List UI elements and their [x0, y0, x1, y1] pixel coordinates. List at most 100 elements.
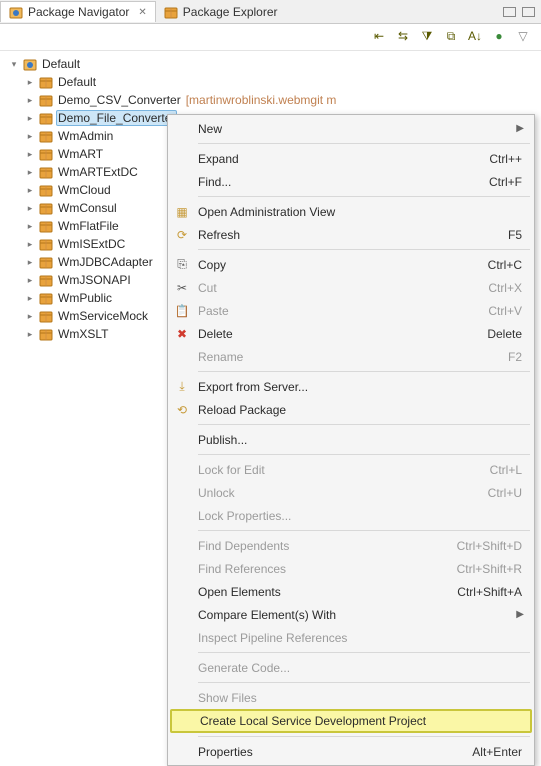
cut-icon: ✂: [170, 281, 194, 295]
menu-compare[interactable]: Compare Element(s) With▶: [170, 603, 532, 626]
tree-item-label: Demo_File_Converter: [56, 110, 177, 126]
tree-item-label: WmJDBCAdapter: [56, 254, 155, 270]
twisty-closed-icon[interactable]: ▸: [24, 329, 36, 340]
reload-icon: ⟲: [170, 403, 194, 417]
tree-item-label: WmARTExtDC: [56, 164, 140, 180]
menu-open-admin[interactable]: ▦Open Administration View: [170, 200, 532, 223]
tab-label: Package Explorer: [183, 5, 278, 19]
menu-find[interactable]: Find...Ctrl+F: [170, 170, 532, 193]
minimize-icon[interactable]: [503, 7, 516, 17]
tree-item[interactable]: ▸ Demo_CSV_Converter [martinwroblinski.we…: [8, 91, 541, 109]
menu-cut: ✂CutCtrl+X: [170, 276, 532, 299]
tree-item-label: WmConsul: [56, 200, 119, 216]
twisty-closed-icon[interactable]: ▸: [24, 221, 36, 232]
refresh-icon: ⟳: [170, 228, 194, 242]
twisty-closed-icon[interactable]: ▸: [24, 203, 36, 214]
twisty-closed-icon[interactable]: ▸: [24, 239, 36, 250]
package-icon: [39, 309, 53, 323]
twisty-closed-icon[interactable]: ▸: [24, 167, 36, 178]
menu-find-dependents: Find DependentsCtrl+Shift+D: [170, 534, 532, 557]
submenu-arrow-icon: ▶: [516, 609, 532, 620]
focus-icon[interactable]: ⧉: [443, 28, 459, 44]
menu-delete[interactable]: ✖DeleteDelete: [170, 322, 532, 345]
tree-item-label: WmART: [56, 146, 105, 162]
paste-icon: 📋: [170, 304, 194, 318]
twisty-closed-icon[interactable]: ▸: [24, 149, 36, 160]
package-icon: [39, 273, 53, 287]
menu-create-local-service-dev[interactable]: Create Local Service Development Project: [170, 709, 532, 733]
twisty-closed-icon[interactable]: ▸: [24, 311, 36, 322]
menu-rename: RenameF2: [170, 345, 532, 368]
tree-item-label: WmAdmin: [56, 128, 115, 144]
tree-item-suffix: [martinwroblinski.webmgit m: [186, 93, 337, 107]
menu-properties[interactable]: PropertiesAlt+Enter: [170, 740, 532, 763]
menu-lock-edit: Lock for EditCtrl+L: [170, 458, 532, 481]
tab-package-explorer[interactable]: Package Explorer: [156, 2, 286, 22]
package-icon: [39, 165, 53, 179]
run-icon[interactable]: ●: [491, 28, 507, 44]
twisty-closed-icon[interactable]: ▸: [24, 77, 36, 88]
tree-item-label: WmPublic: [56, 290, 114, 306]
export-icon: ⤓: [170, 379, 194, 394]
link-editor-icon[interactable]: ⇆: [395, 28, 411, 44]
menu-refresh[interactable]: ⟳RefreshF5: [170, 223, 532, 246]
menu-open-elements[interactable]: Open ElementsCtrl+Shift+A: [170, 580, 532, 603]
package-icon: [39, 255, 53, 269]
menu-reload-package[interactable]: ⟲Reload Package: [170, 398, 532, 421]
twisty-closed-icon[interactable]: ▸: [24, 131, 36, 142]
tree-root-label: Default: [40, 56, 82, 72]
tree-item-label: WmISExtDC: [56, 236, 127, 252]
sort-icon[interactable]: A↓: [467, 28, 483, 44]
context-menu: New▶ ExpandCtrl++ Find...Ctrl+F ▦Open Ad…: [167, 114, 535, 766]
menu-separator: [198, 249, 530, 250]
tab-package-navigator[interactable]: Package Navigator ✕: [0, 1, 156, 22]
tree-item-label: Demo_CSV_Converter: [56, 92, 183, 108]
maximize-icon[interactable]: [522, 7, 535, 17]
twisty-closed-icon[interactable]: ▸: [24, 95, 36, 106]
server-icon: [23, 57, 37, 71]
menu-paste: 📋PasteCtrl+V: [170, 299, 532, 322]
tree-item-label: WmCloud: [56, 182, 113, 198]
tree-root[interactable]: ▾ Default: [8, 55, 541, 73]
twisty-closed-icon[interactable]: ▸: [24, 275, 36, 286]
twisty-closed-icon[interactable]: ▸: [24, 257, 36, 268]
tree-item-label: Default: [56, 74, 98, 90]
twisty-closed-icon[interactable]: ▸: [24, 293, 36, 304]
package-icon: [39, 183, 53, 197]
package-icon: [39, 147, 53, 161]
menu-export-server[interactable]: ⤓Export from Server...: [170, 375, 532, 398]
menu-separator: [198, 371, 530, 372]
menu-inspect-pipeline: Inspect Pipeline References: [170, 626, 532, 649]
tabbar-controls: [503, 7, 541, 17]
package-icon: [39, 237, 53, 251]
admin-view-icon: ▦: [170, 205, 194, 219]
menu-separator: [198, 530, 530, 531]
tree-item[interactable]: ▸ Default: [8, 73, 541, 91]
package-icon: [39, 93, 53, 107]
package-icon: [39, 75, 53, 89]
tab-label: Package Navigator: [28, 5, 129, 19]
submenu-arrow-icon: ▶: [516, 123, 532, 134]
view-tabbar: Package Navigator ✕ Package Explorer: [0, 0, 541, 24]
twisty-closed-icon[interactable]: ▸: [24, 185, 36, 196]
menu-publish[interactable]: Publish...: [170, 428, 532, 451]
menu-show-files: Show Files: [170, 686, 532, 709]
package-explorer-icon: [164, 5, 178, 19]
menu-separator: [198, 652, 530, 653]
menu-expand[interactable]: ExpandCtrl++: [170, 147, 532, 170]
copy-icon: ⎘: [170, 257, 194, 272]
filter-icon[interactable]: ⧩: [419, 28, 435, 44]
tree-item-label: WmServiceMock: [56, 308, 150, 324]
tree-item-label: WmXSLT: [56, 326, 110, 342]
view-menu-icon[interactable]: ▽: [515, 28, 531, 44]
twisty-closed-icon[interactable]: ▸: [24, 113, 36, 124]
menu-separator: [198, 454, 530, 455]
package-icon: [39, 291, 53, 305]
collapse-all-icon[interactable]: ⇤: [371, 28, 387, 44]
menu-copy[interactable]: ⎘CopyCtrl+C: [170, 253, 532, 276]
close-icon[interactable]: ✕: [138, 7, 146, 18]
package-nav-icon: [9, 5, 23, 19]
twisty-open-icon[interactable]: ▾: [8, 59, 20, 70]
menu-separator: [198, 736, 530, 737]
menu-new[interactable]: New▶: [170, 117, 532, 140]
